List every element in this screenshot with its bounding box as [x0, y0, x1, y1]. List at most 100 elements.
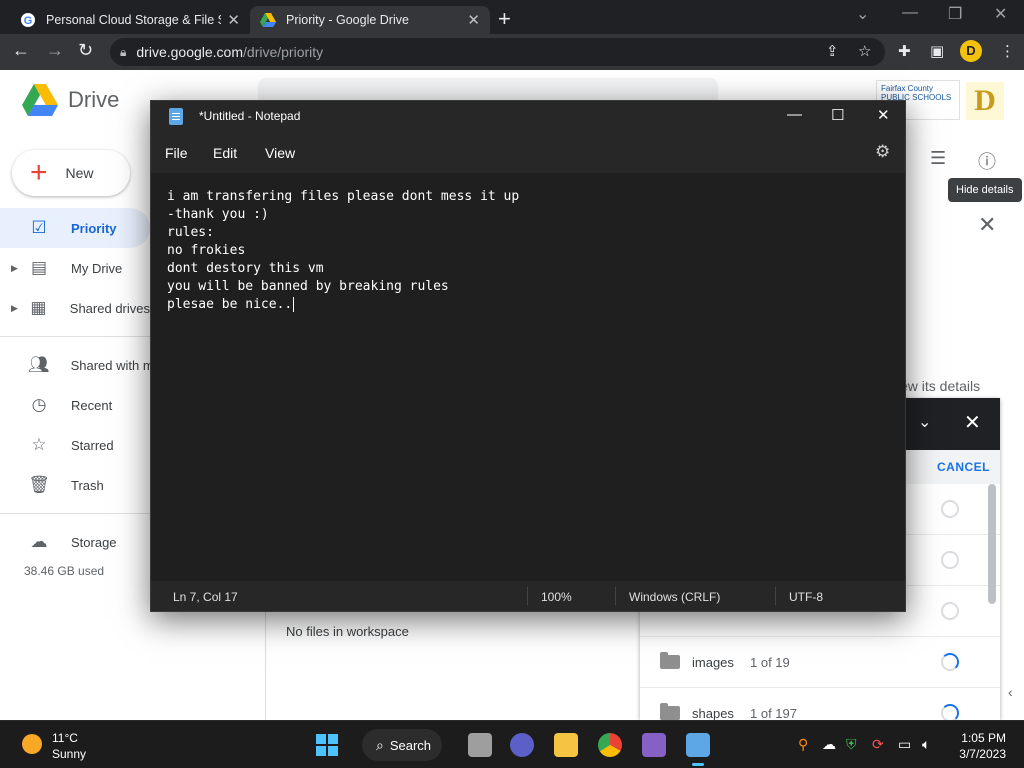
lock-icon: 🔒︎ [120, 44, 127, 59]
chat-icon[interactable] [510, 733, 534, 757]
share-icon[interactable]: ⇪ [826, 42, 839, 60]
sync-icon[interactable]: ⟳ [872, 736, 884, 753]
weather-condition[interactable]: Sunny [52, 747, 86, 761]
search-magnifier-icon[interactable]: ⚲ [798, 736, 808, 753]
menu-edit[interactable]: Edit [213, 145, 237, 161]
sidebar-item-label: Shared with m [70, 357, 154, 373]
minimize-icon[interactable]: — [902, 4, 918, 22]
new-button[interactable]: + New [12, 150, 130, 196]
side-panel-icon[interactable]: ▣ [930, 42, 944, 60]
close-tab-icon[interactable]: ✕ [227, 11, 240, 29]
app-name: Drive [68, 87, 120, 112]
sidebar-item-label: Shared drives [69, 300, 150, 316]
folder-icon [660, 652, 680, 669]
text-line: no frokies [167, 243, 246, 258]
text-line-last: plesae be nice.. [167, 296, 889, 314]
reload-icon[interactable]: ↻ [78, 40, 93, 61]
more-menu-icon[interactable]: ⋮ [1000, 42, 1015, 60]
tab-search-icon[interactable]: ⌄ [856, 4, 869, 24]
task-view-icon[interactable] [468, 733, 492, 757]
list-view-icon[interactable]: ☰ [930, 148, 946, 169]
security-shield-icon[interactable]: ⛨ [846, 736, 857, 753]
sidebar-item-label: My Drive [71, 260, 123, 276]
browser-tab-priority[interactable]: Priority - Google Drive ✕ [250, 6, 490, 34]
start-button[interactable] [316, 734, 338, 756]
volume-icon[interactable]: 🔈︎ [922, 736, 930, 753]
info-icon[interactable]: ⓘ [978, 148, 996, 174]
browser-tab-bar: G Personal Cloud Storage & File Sh ✕ Pri… [0, 0, 1024, 34]
menu-file[interactable]: File [165, 145, 188, 161]
zoom-level: 100% [541, 590, 572, 604]
storage-used: 38.46 GB used [24, 564, 105, 578]
status-divider [527, 587, 528, 605]
shared-with-me-icon: 👥︎ [28, 355, 50, 374]
pending-ring-icon [941, 551, 959, 569]
new-tab-button[interactable]: + [498, 6, 511, 32]
close-upload-icon[interactable]: ✕ [964, 410, 981, 435]
no-files-message: No files in workspace [286, 624, 409, 639]
upload-item-count: 1 of 19 [750, 654, 790, 670]
close-window-icon[interactable]: ✕ [994, 4, 1007, 24]
expand-caret-icon[interactable]: ▶ [11, 263, 18, 274]
upload-scrollbar[interactable] [988, 484, 996, 604]
sidebar-item-my-drive[interactable]: ▶ ▤ My Drive [0, 248, 150, 288]
upload-item-count: 1 of 197 [750, 705, 797, 721]
upload-item-name: shapes [692, 705, 734, 721]
visual-studio-icon[interactable] [642, 733, 666, 757]
sidebar-item-priority[interactable]: ☑ Priority [0, 208, 150, 248]
notepad-title-bar[interactable]: *Untitled - Notepad — ☐ ✕ [151, 101, 905, 131]
upload-item[interactable]: images 1 of 19 [640, 637, 1000, 688]
sidebar-divider [0, 336, 150, 337]
minimize-icon[interactable]: — [787, 106, 802, 123]
notepad-text-area[interactable]: i am transfering files please dont mess … [151, 173, 905, 581]
bookmark-star-icon[interactable]: ☆ [858, 42, 871, 60]
close-tab-icon[interactable]: ✕ [467, 11, 480, 29]
sidebar-item-shared-drives[interactable]: ▶ ▦ Shared drives [0, 288, 150, 328]
weather-temp[interactable]: 11°C [52, 731, 78, 745]
d-logo: D [966, 82, 1004, 120]
drive-logo[interactable]: Drive [22, 84, 119, 116]
forward-icon[interactable]: → [46, 40, 64, 61]
drive-logo-icon [22, 84, 58, 116]
notepad-menu-bar: File Edit View ⚙ [151, 131, 905, 173]
sidebar-item-trash[interactable]: 🗑︎ Trash [0, 465, 150, 505]
sun-icon[interactable] [22, 734, 42, 754]
settings-gear-icon[interactable]: ⚙ [875, 142, 890, 162]
status-divider [615, 587, 616, 605]
profile-avatar[interactable]: D [960, 40, 982, 62]
sidebar-item-recent[interactable]: ◷ Recent [0, 385, 150, 425]
google-icon: G [20, 12, 36, 28]
display-icon[interactable]: ▭ [898, 736, 911, 753]
expand-caret-icon[interactable]: ▶ [11, 303, 18, 314]
chrome-icon[interactable] [598, 733, 622, 757]
sidebar-item-storage[interactable]: ☁ Storage [0, 522, 150, 562]
recent-icon: ◷ [31, 395, 47, 414]
system-clock[interactable]: 1:05 PM 3/7/2023 [950, 730, 1006, 762]
onedrive-icon[interactable]: ☁ [822, 736, 836, 753]
starred-icon: ☆ [31, 435, 47, 454]
close-icon[interactable]: ✕ [877, 106, 890, 124]
sidebar-item-starred[interactable]: ☆ Starred [0, 425, 150, 465]
svg-text:G: G [24, 15, 33, 27]
notepad-taskbar-icon[interactable] [686, 733, 710, 766]
taskbar-search[interactable]: ⌕ Search [362, 729, 442, 761]
collapse-chevron-icon[interactable]: ⌄ [918, 412, 931, 432]
browser-tab-drive-home[interactable]: G Personal Cloud Storage & File Sh ✕ [10, 6, 250, 34]
url-path: /drive/priority [243, 44, 324, 60]
cancel-upload-button[interactable]: CANCEL [937, 460, 990, 474]
extensions-icon[interactable]: ✚ [898, 42, 911, 60]
close-details-icon[interactable]: ✕ [978, 212, 996, 238]
text-line: i am transfering files please dont mess … [167, 189, 520, 204]
sidebar-item-shared-with-me[interactable]: 👥︎ Shared with m [0, 345, 154, 385]
restore-icon[interactable]: ❐ [948, 4, 962, 24]
menu-view[interactable]: View [265, 145, 295, 161]
text-line: -thank you :) [167, 207, 269, 222]
maximize-icon[interactable]: ☐ [831, 106, 844, 124]
back-icon[interactable]: ← [12, 40, 30, 61]
sidebar-item-label: Storage [71, 534, 117, 550]
upload-item[interactable]: shapes 1 of 197 [640, 688, 1000, 720]
file-explorer-icon[interactable] [554, 733, 578, 757]
trash-icon: 🗑︎ [28, 475, 50, 494]
side-panel-toggle-icon[interactable]: ‹ [1008, 684, 1013, 700]
address-bar[interactable]: 🔒︎ drive.google.com/drive/priority [110, 38, 885, 66]
